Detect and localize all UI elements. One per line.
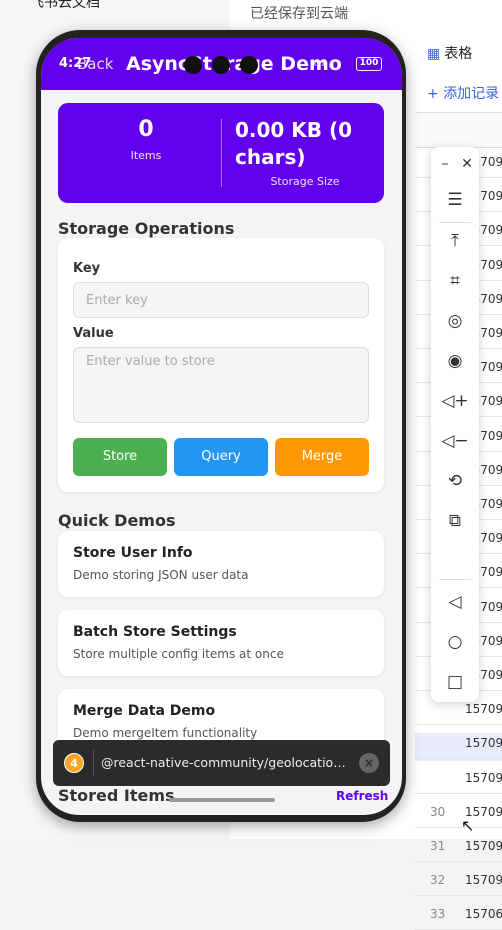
tab-table[interactable]: ▦ 表格 — [427, 43, 472, 63]
grid-row-divider — [415, 758, 502, 760]
storage-ops-title: Storage Operations — [58, 219, 235, 238]
recents-nav-icon[interactable]: □ — [431, 667, 479, 697]
grid-cell[interactable]: 15706 — [465, 907, 502, 921]
menu-icon[interactable]: ☰ — [431, 185, 479, 215]
crop-icon[interactable]: ⌗ — [431, 266, 479, 296]
value-label: Value — [73, 326, 114, 341]
storage-size-label: Storage Size — [270, 175, 340, 188]
volume-down-icon[interactable]: ◁− — [431, 426, 479, 456]
warning-count-badge: 4 — [64, 753, 84, 773]
saved-status: 已经保存到云端 — [250, 6, 348, 22]
rotate-icon[interactable]: ◎ — [431, 306, 479, 336]
grid-cell[interactable]: 15709 — [465, 873, 502, 887]
grid-header — [415, 112, 502, 148]
home-indicator[interactable] — [169, 798, 275, 802]
demo-card-batch-settings[interactable]: Batch Store Settings Store multiple conf… — [58, 610, 384, 676]
table-icon: ▦ — [427, 46, 441, 62]
phone-screen: 4:27 Back AsyncStorage Demo ‹·› ⁎ 100 0 … — [41, 38, 402, 815]
item-count-label: Items — [130, 149, 162, 162]
rotate-device-icon[interactable]: ⟲ — [431, 466, 479, 496]
query-button[interactable]: Query — [174, 438, 268, 476]
item-count: 0 — [138, 117, 154, 142]
grid-cell[interactable]: 15709 — [465, 702, 502, 716]
emulator-toolbar: – ✕ ☰ ⤒ ⌗ ◎ ◉ ◁+ ◁− ⟲ ⧉ ◁ ○ □ — [431, 147, 479, 702]
toast-message: @react-native-community/geolocation ... — [101, 755, 351, 770]
key-label: Key — [73, 261, 101, 276]
toolbar-divider — [439, 579, 471, 580]
toolbar-divider — [439, 222, 471, 223]
fold-icon[interactable]: ⧉ — [431, 506, 479, 536]
demo-card-store-user[interactable]: Store User Info Demo storing JSON user d… — [58, 531, 384, 597]
quick-demos-title: Quick Demos — [58, 511, 176, 530]
grid-row-number: 31 — [430, 839, 446, 853]
grid-row-divider — [415, 826, 502, 828]
close-icon[interactable]: ✕ — [443, 149, 491, 179]
refresh-button[interactable]: Refresh — [336, 789, 388, 803]
back-button[interactable]: Back — [77, 55, 113, 73]
store-button[interactable]: Store — [73, 438, 167, 476]
grid-row-number: 30 — [430, 804, 446, 819]
grid-row-divider — [415, 895, 502, 897]
merge-button[interactable]: Merge — [275, 438, 369, 476]
add-record-button[interactable]: + 添加记录 — [427, 83, 499, 103]
volume-up-icon[interactable]: ◁+ — [431, 386, 479, 416]
demo-card-desc: Demo storing JSON user data — [73, 568, 249, 582]
stats-divider — [221, 119, 222, 187]
value-input[interactable] — [73, 347, 369, 423]
demo-card-desc: Store multiple config items at once — [73, 647, 284, 661]
app-header: 4:27 Back AsyncStorage Demo ‹·› ⁎ 100 — [41, 38, 402, 90]
stored-items-title: Stored Items — [58, 786, 175, 805]
grid-cell[interactable]: 15709 — [465, 771, 502, 785]
demo-card-title: Batch Store Settings — [73, 624, 237, 640]
grid-row-divider — [415, 724, 502, 726]
grid-cell[interactable]: 15709 — [465, 736, 502, 750]
storage-ops-card: Key Value Store Query Merge — [58, 238, 384, 492]
storage-size: 0.00 KB (0 chars) — [235, 118, 353, 169]
toast-divider — [93, 750, 94, 776]
key-input[interactable] — [73, 282, 369, 318]
grid-row-number: 33 — [430, 907, 446, 922]
camera-cutout — [184, 56, 268, 74]
background-app-title: 飞书云文档 — [30, 0, 100, 11]
mouse-cursor-icon: ↖ — [461, 816, 475, 835]
demo-card-title: Store User Info — [73, 545, 193, 561]
battery-icon: 100 — [356, 57, 382, 71]
demo-card-desc: Demo mergeItem functionality — [73, 726, 258, 740]
close-icon[interactable]: × — [359, 753, 379, 773]
storage-stats-card: 0 Items 0.00 KB (0 chars) Storage Size — [58, 103, 384, 203]
grid-row-divider — [415, 792, 502, 794]
grid-cell[interactable]: 15709 — [465, 839, 502, 853]
screenshot-icon[interactable]: ◉ — [431, 346, 479, 376]
home-nav-icon[interactable]: ○ — [431, 627, 479, 657]
grid-row-number: 32 — [430, 873, 446, 888]
warning-toast[interactable]: 4 @react-native-community/geolocation ..… — [53, 740, 390, 786]
demo-card-title: Merge Data Demo — [73, 703, 216, 719]
back-nav-icon[interactable]: ◁ — [431, 587, 479, 617]
status-icons: ‹·› ⁎ — [313, 57, 335, 70]
pin-top-icon[interactable]: ⤒ — [431, 226, 479, 256]
grid-row-divider — [415, 861, 502, 862]
